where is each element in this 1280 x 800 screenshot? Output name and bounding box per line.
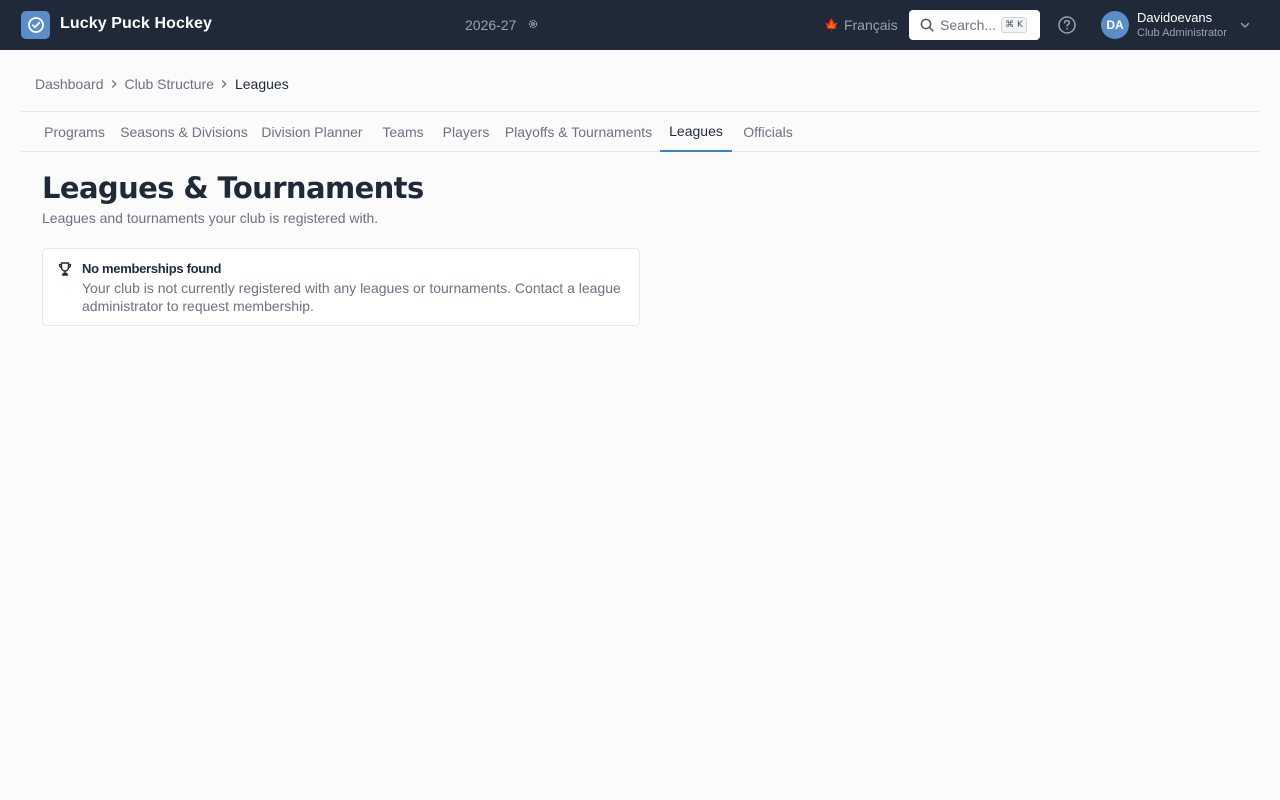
chevron-right-icon: [104, 77, 125, 91]
app-logo[interactable]: [21, 11, 50, 39]
page-title: Leagues & Tournaments: [42, 171, 424, 205]
language-label: Français: [843, 17, 898, 33]
empty-state-title: No memberships found: [82, 261, 222, 276]
avatar[interactable]: DA: [1101, 11, 1129, 39]
chevron-right-icon: [214, 77, 235, 91]
breadcrumb: Dashboard Club Structure Leagues: [35, 76, 289, 92]
trophy-icon: [58, 262, 72, 276]
user-role: Club Administrator: [1137, 27, 1227, 39]
search-placeholder: Search...: [940, 17, 997, 33]
empty-state-card: No memberships found Your club is not cu…: [42, 248, 640, 326]
tab-programs[interactable]: Programs: [35, 112, 114, 152]
breadcrumb-dashboard[interactable]: Dashboard: [35, 76, 104, 92]
help-icon[interactable]: [1057, 15, 1077, 35]
tab-leagues[interactable]: Leagues: [660, 112, 732, 152]
tab-seasons-divisions[interactable]: Seasons & Divisions: [114, 112, 254, 152]
puck-check-icon: [27, 17, 44, 33]
chevron-down-icon[interactable]: [1238, 18, 1252, 32]
season-settings-gear-icon[interactable]: [526, 17, 540, 31]
season-label[interactable]: 2026-27: [465, 17, 516, 33]
search-shortcut-badge: ⌘ K: [1001, 17, 1027, 33]
breadcrumb-current: Leagues: [234, 76, 289, 92]
empty-state-message: Your club is not currently registered wi…: [82, 280, 621, 314]
page-subtitle: Leagues and tournaments your club is reg…: [42, 210, 379, 226]
search-icon: [920, 18, 934, 32]
top-bar: Lucky Puck Hockey 2026-27 🍁 Français Sea…: [0, 0, 1280, 50]
search-input[interactable]: Search... ⌘ K: [909, 10, 1040, 40]
maple-leaf-icon: 🍁: [824, 18, 839, 32]
section-tabs: Programs Seasons & Divisions Division Pl…: [21, 111, 1259, 152]
user-name: Davidoevans: [1137, 10, 1213, 25]
tab-officials[interactable]: Officials: [734, 112, 802, 152]
breadcrumb-club-structure[interactable]: Club Structure: [125, 76, 214, 92]
tab-teams[interactable]: Teams: [373, 112, 433, 152]
tab-playoffs-tournaments[interactable]: Playoffs & Tournaments: [498, 112, 659, 152]
tab-players[interactable]: Players: [435, 112, 497, 152]
tab-division-planner[interactable]: Division Planner: [256, 112, 368, 152]
language-switch[interactable]: 🍁 Français: [824, 17, 898, 33]
app-title[interactable]: Lucky Puck Hockey: [60, 15, 212, 33]
